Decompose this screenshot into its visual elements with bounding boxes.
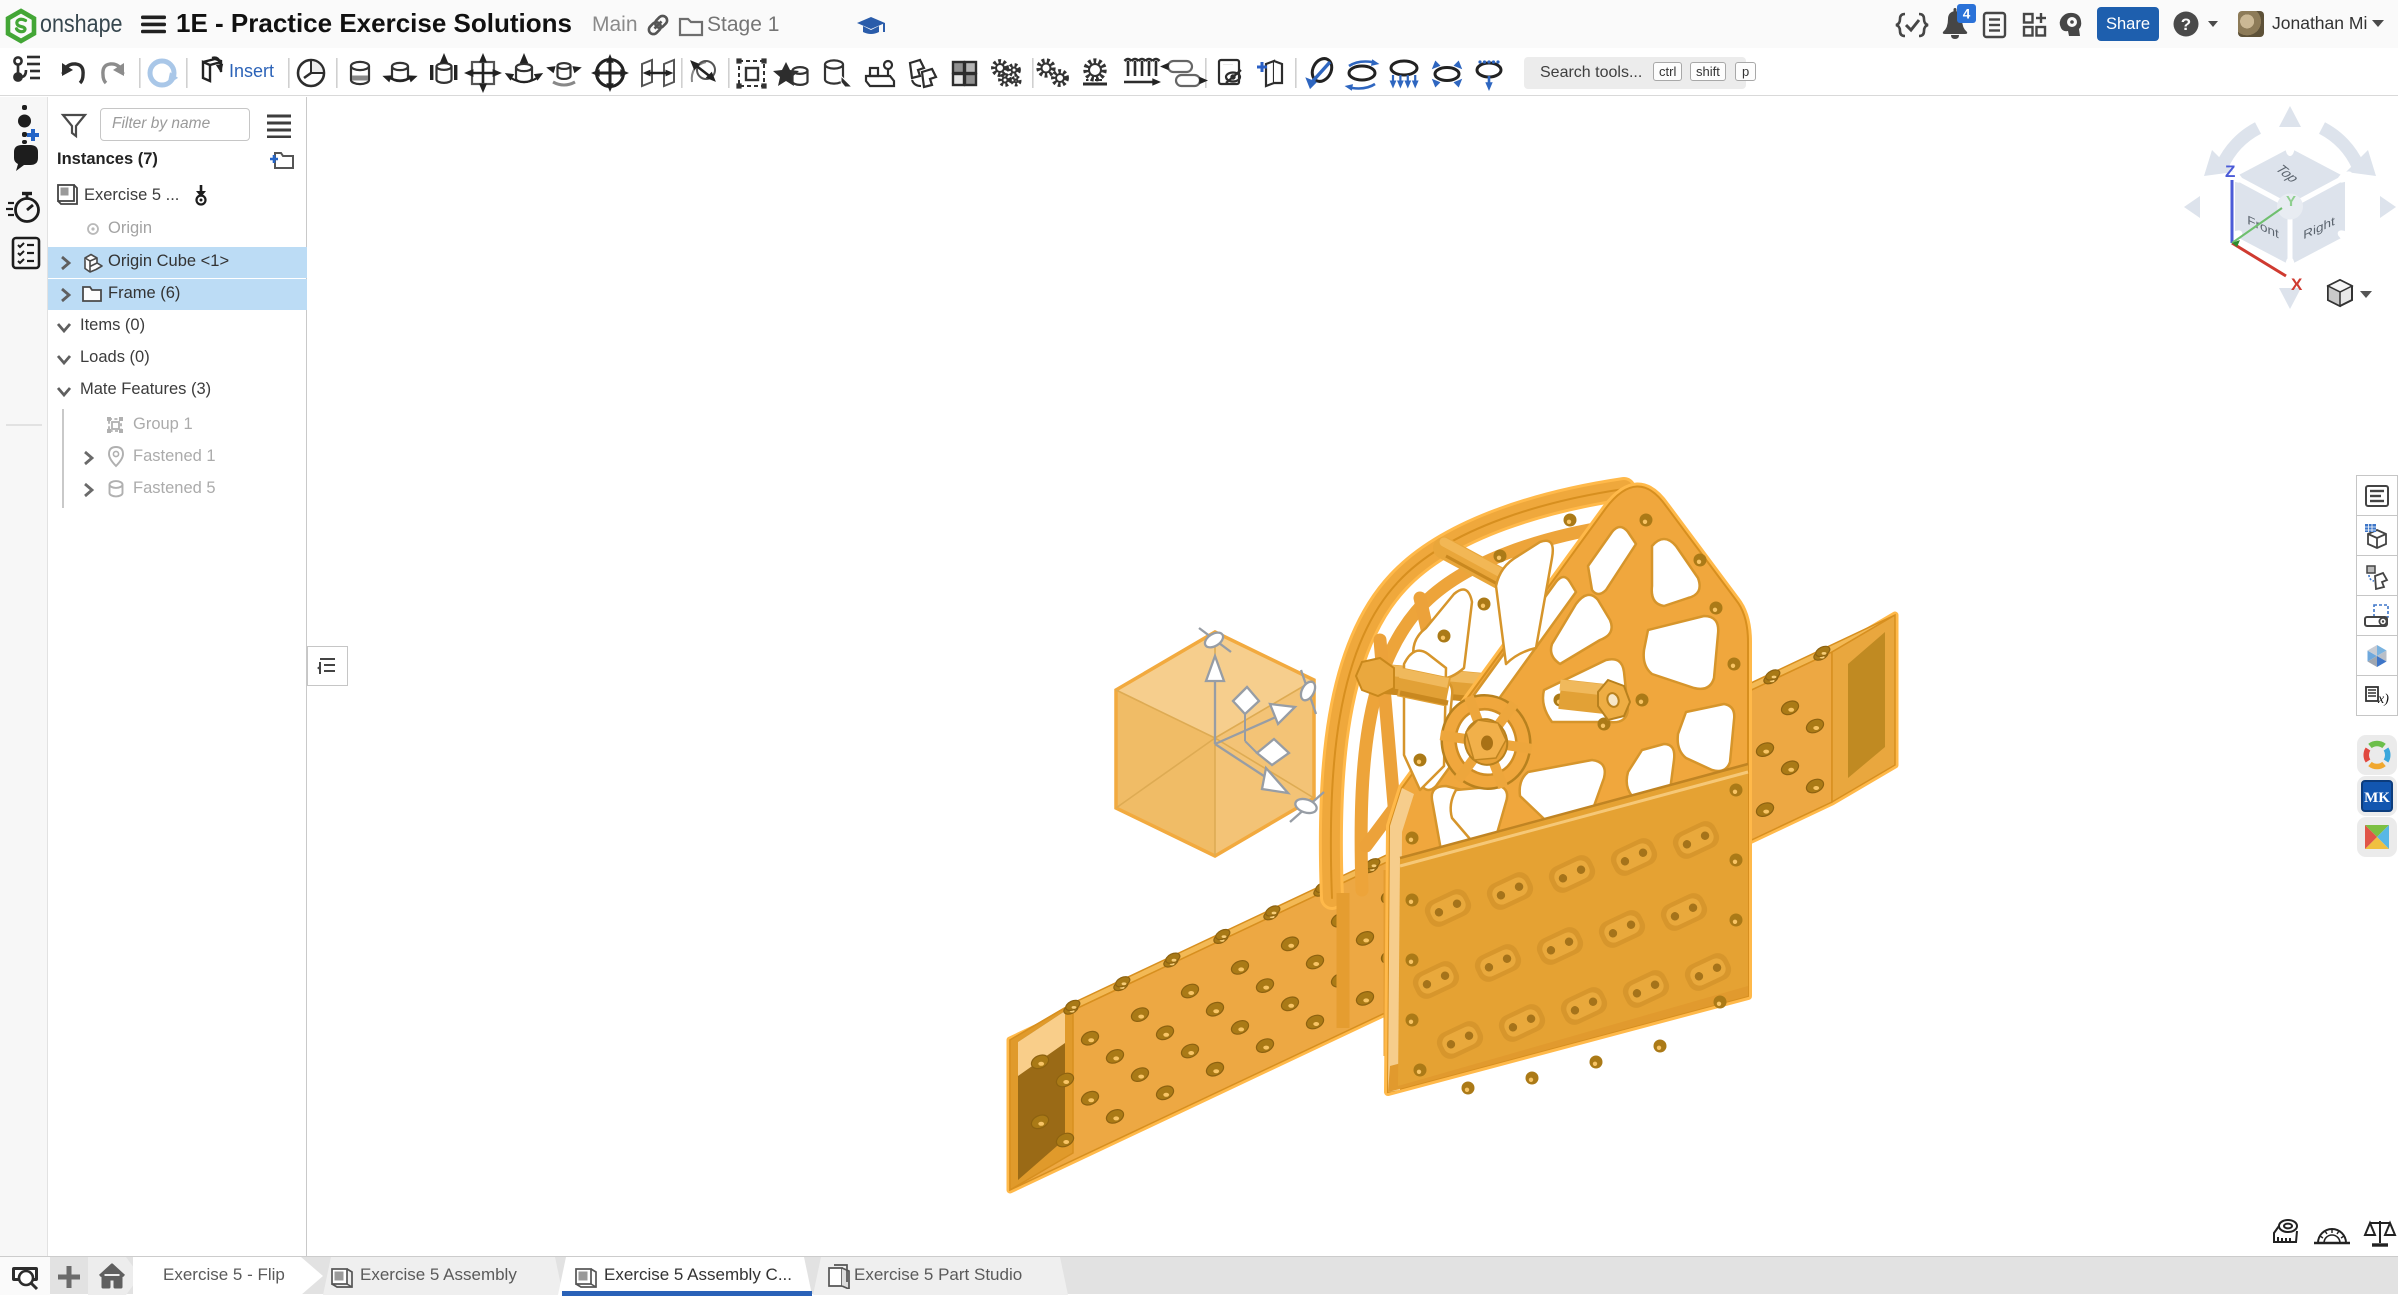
svg-text:Y: Y [2286, 193, 2296, 210]
svg-text:X: X [2291, 275, 2303, 294]
svg-text:MK: MK [2364, 790, 2390, 806]
svg-text:4: 4 [1963, 7, 1971, 22]
svg-text:x): x) [2377, 692, 2389, 707]
svg-text:?: ? [2181, 15, 2191, 34]
svg-text:Z: Z [2225, 162, 2235, 181]
